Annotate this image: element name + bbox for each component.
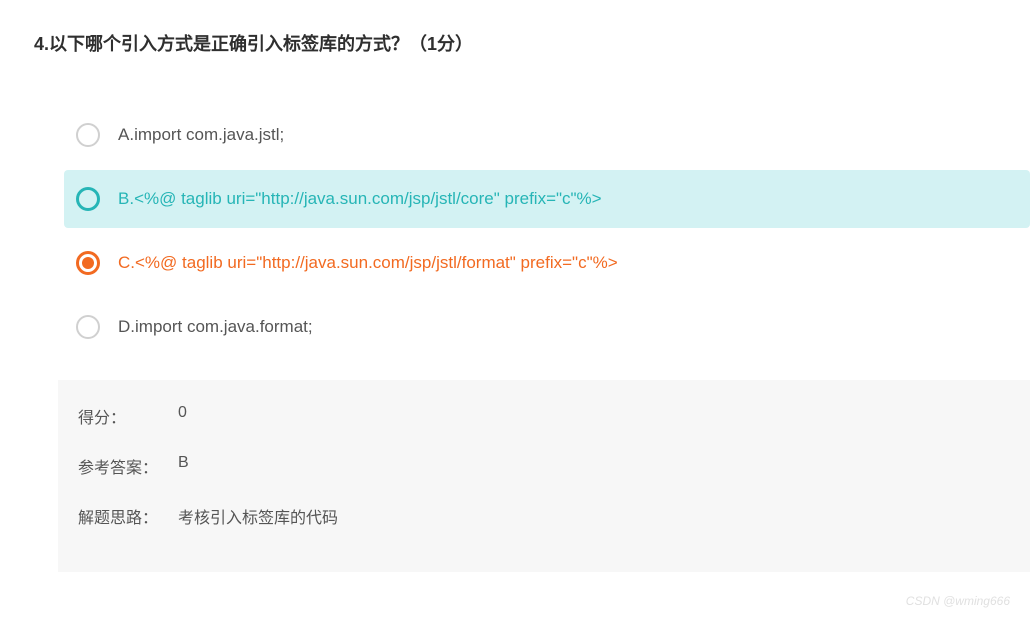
score-value: 0 bbox=[178, 404, 187, 428]
question-points: （1分） bbox=[409, 34, 473, 54]
question-title: 4.以下哪个引入方式是正确引入标签库的方式？（1分） bbox=[34, 30, 1030, 56]
question-number: 4. bbox=[34, 34, 49, 54]
explain-label: 解题思路： bbox=[78, 504, 178, 528]
radio-icon bbox=[76, 187, 100, 211]
radio-icon bbox=[76, 315, 100, 339]
option-d[interactable]: D.import com.java.format; bbox=[64, 298, 1030, 356]
question-text: 以下哪个引入方式是正确引入标签库的方式？ bbox=[49, 34, 409, 54]
reference-line: 参考答案： B bbox=[78, 454, 1010, 478]
reference-label: 参考答案： bbox=[78, 454, 178, 478]
option-b[interactable]: B.<%@ taglib uri="http://java.sun.com/js… bbox=[64, 170, 1030, 228]
answer-box: 得分： 0 参考答案： B 解题思路： 考核引入标签库的代码 bbox=[58, 380, 1030, 572]
option-c[interactable]: C.<%@ taglib uri="http://java.sun.com/js… bbox=[64, 234, 1030, 292]
option-text: C.<%@ taglib uri="http://java.sun.com/js… bbox=[118, 253, 618, 273]
reference-value: B bbox=[178, 454, 189, 478]
score-label: 得分： bbox=[78, 404, 178, 428]
option-text: D.import com.java.format; bbox=[118, 317, 313, 337]
watermark: CSDN @wming666 bbox=[906, 594, 1010, 608]
option-a[interactable]: A.import com.java.jstl; bbox=[64, 106, 1030, 164]
explain-line: 解题思路： 考核引入标签库的代码 bbox=[78, 504, 1010, 528]
radio-icon bbox=[76, 251, 100, 275]
radio-icon bbox=[76, 123, 100, 147]
options-list: A.import com.java.jstl; B.<%@ taglib uri… bbox=[34, 106, 1030, 362]
option-text: A.import com.java.jstl; bbox=[118, 125, 284, 145]
explain-value: 考核引入标签库的代码 bbox=[178, 504, 338, 528]
option-text: B.<%@ taglib uri="http://java.sun.com/js… bbox=[118, 189, 602, 209]
score-line: 得分： 0 bbox=[78, 404, 1010, 428]
